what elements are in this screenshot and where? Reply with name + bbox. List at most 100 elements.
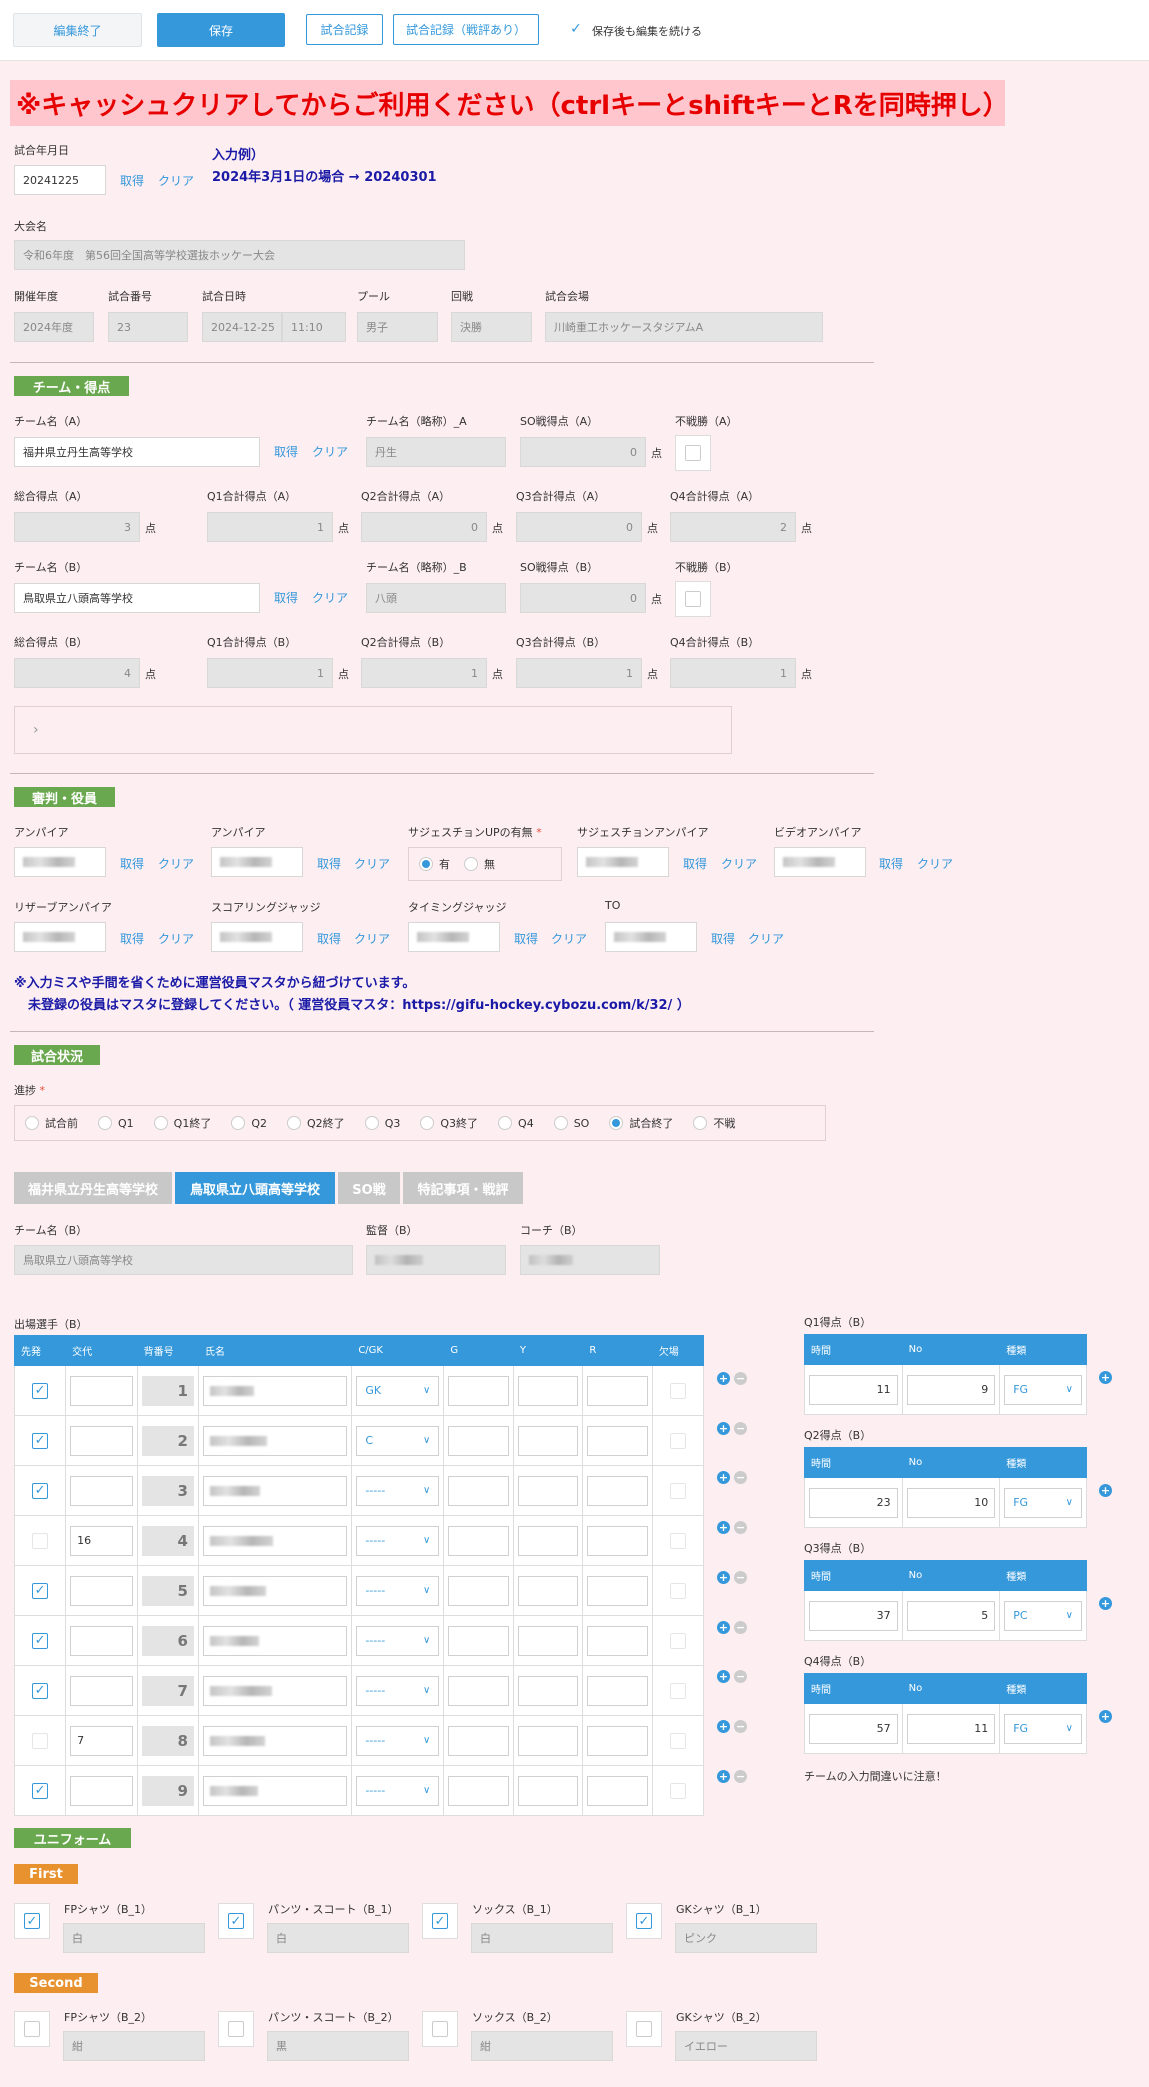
yellow-card-input[interactable]: [517, 1425, 579, 1456]
team-a-get-link[interactable]: 取得: [274, 443, 298, 460]
green-card-input[interactable]: [448, 1525, 509, 1556]
video-umpire-clear-link[interactable]: クリア: [917, 855, 953, 872]
add-goal-icon[interactable]: +: [1099, 1484, 1112, 1497]
red-card-input[interactable]: [587, 1725, 648, 1756]
team-a-name-input[interactable]: 福井県立丹生高等学校: [14, 437, 260, 467]
player-name-input[interactable]: [202, 1425, 348, 1456]
green-card-input[interactable]: [448, 1475, 509, 1506]
umpire2-get-link[interactable]: 取得: [317, 855, 341, 872]
absent-checkbox[interactable]: [657, 1632, 699, 1649]
uniform-first-checkbox[interactable]: ✓: [422, 1903, 458, 1939]
goal-type-select[interactable]: FG ∨: [1004, 1487, 1082, 1518]
keep-editing-checkbox[interactable]: ✓: [568, 21, 584, 37]
player-name-input[interactable]: [202, 1625, 348, 1656]
suggestion-yes-radio[interactable]: 有: [419, 856, 450, 872]
yellow-card-input[interactable]: [517, 1575, 579, 1606]
reserve-umpire-input[interactable]: [14, 922, 106, 952]
uniform-second-checkbox[interactable]: [626, 2011, 662, 2047]
remove-row-icon[interactable]: −: [734, 1769, 747, 1783]
red-card-input[interactable]: [587, 1775, 648, 1806]
substitute-input[interactable]: [70, 1675, 133, 1706]
role-select[interactable]: ----- ∨: [356, 1675, 440, 1706]
starter-checkbox[interactable]: ✓: [19, 1582, 61, 1599]
starter-checkbox[interactable]: [19, 1532, 61, 1549]
goal-time-input[interactable]: 11: [809, 1374, 898, 1405]
absent-checkbox[interactable]: [657, 1682, 699, 1699]
suggestion-umpire-clear-link[interactable]: クリア: [721, 855, 757, 872]
team-a-forfeit-checkbox[interactable]: [675, 435, 711, 471]
starter-checkbox[interactable]: [19, 1732, 61, 1749]
substitute-input[interactable]: [70, 1475, 133, 1506]
role-select[interactable]: C ∨: [356, 1425, 440, 1456]
green-card-input[interactable]: [448, 1725, 509, 1756]
absent-checkbox[interactable]: [657, 1782, 699, 1799]
green-card-input[interactable]: [448, 1575, 509, 1606]
yellow-card-input[interactable]: [517, 1775, 579, 1806]
match-record-button[interactable]: 試合記録: [306, 14, 383, 45]
substitute-input[interactable]: [70, 1625, 133, 1656]
absent-checkbox[interactable]: [657, 1382, 699, 1399]
scoring-judge-clear-link[interactable]: クリア: [354, 930, 390, 947]
red-card-input[interactable]: [587, 1575, 648, 1606]
goal-time-input[interactable]: 57: [809, 1713, 898, 1744]
tab-notes[interactable]: 特記事項・戦評: [403, 1172, 523, 1204]
team-b-name-input[interactable]: 鳥取県立八頭高等学校: [14, 583, 260, 613]
absent-checkbox[interactable]: [657, 1532, 699, 1549]
to-clear-link[interactable]: クリア: [748, 930, 784, 947]
tab-so[interactable]: SO戦: [338, 1172, 400, 1204]
to-get-link[interactable]: 取得: [711, 930, 735, 947]
remove-row-icon[interactable]: −: [734, 1372, 747, 1385]
player-name-input[interactable]: [202, 1725, 348, 1756]
role-select[interactable]: ----- ∨: [356, 1475, 440, 1506]
umpire1-clear-link[interactable]: クリア: [158, 855, 194, 872]
red-card-input[interactable]: [587, 1375, 648, 1406]
absent-checkbox[interactable]: [657, 1732, 699, 1749]
add-row-icon[interactable]: +: [717, 1769, 730, 1783]
green-card-input[interactable]: [448, 1775, 509, 1806]
reserve-umpire-clear-link[interactable]: クリア: [158, 930, 194, 947]
starter-checkbox[interactable]: ✓: [19, 1382, 61, 1399]
role-select[interactable]: ----- ∨: [356, 1575, 440, 1606]
red-card-input[interactable]: [587, 1625, 648, 1656]
role-select[interactable]: GK ∨: [356, 1375, 440, 1406]
add-row-icon[interactable]: +: [717, 1620, 730, 1634]
absent-checkbox[interactable]: [657, 1482, 699, 1499]
timing-judge-input[interactable]: [408, 922, 500, 952]
red-card-input[interactable]: [587, 1425, 648, 1456]
add-row-icon[interactable]: +: [717, 1670, 730, 1684]
player-name-input[interactable]: [202, 1575, 348, 1606]
progress-radio-5[interactable]: Q3: [364, 1116, 400, 1130]
red-card-input[interactable]: [587, 1525, 648, 1556]
reserve-umpire-get-link[interactable]: 取得: [120, 930, 144, 947]
yellow-card-input[interactable]: [517, 1625, 579, 1656]
role-select[interactable]: ----- ∨: [356, 1725, 440, 1756]
progress-radio-10[interactable]: 不戦: [693, 1115, 735, 1131]
green-card-input[interactable]: [448, 1625, 509, 1656]
uniform-first-checkbox[interactable]: ✓: [14, 1903, 50, 1939]
uniform-first-checkbox[interactable]: ✓: [218, 1903, 254, 1939]
goal-number-input[interactable]: 5: [906, 1600, 996, 1631]
substitute-input[interactable]: [70, 1575, 133, 1606]
goal-number-input[interactable]: 11: [906, 1713, 996, 1744]
uniform-second-checkbox[interactable]: [14, 2011, 50, 2047]
match-date-get-link[interactable]: 取得: [120, 172, 144, 189]
tab-team-a[interactable]: 福井県立丹生高等学校: [14, 1172, 172, 1204]
scoring-judge-input[interactable]: [211, 922, 303, 952]
progress-radio-7[interactable]: Q4: [498, 1116, 534, 1130]
red-card-input[interactable]: [587, 1475, 648, 1506]
absent-checkbox[interactable]: [657, 1432, 699, 1449]
substitute-input[interactable]: 16: [70, 1525, 133, 1556]
goal-number-input[interactable]: 10: [906, 1487, 996, 1518]
player-name-input[interactable]: [202, 1375, 348, 1406]
umpire2-input[interactable]: [211, 847, 303, 877]
to-input[interactable]: [605, 922, 697, 952]
scoring-judge-get-link[interactable]: 取得: [317, 930, 341, 947]
remove-row-icon[interactable]: −: [734, 1521, 747, 1535]
goal-time-input[interactable]: 23: [809, 1487, 898, 1518]
progress-radio-4[interactable]: Q2終了: [287, 1115, 345, 1131]
yellow-card-input[interactable]: [517, 1475, 579, 1506]
player-name-input[interactable]: [202, 1775, 348, 1806]
umpire1-get-link[interactable]: 取得: [120, 855, 144, 872]
yellow-card-input[interactable]: [517, 1525, 579, 1556]
add-row-icon[interactable]: +: [717, 1372, 730, 1385]
